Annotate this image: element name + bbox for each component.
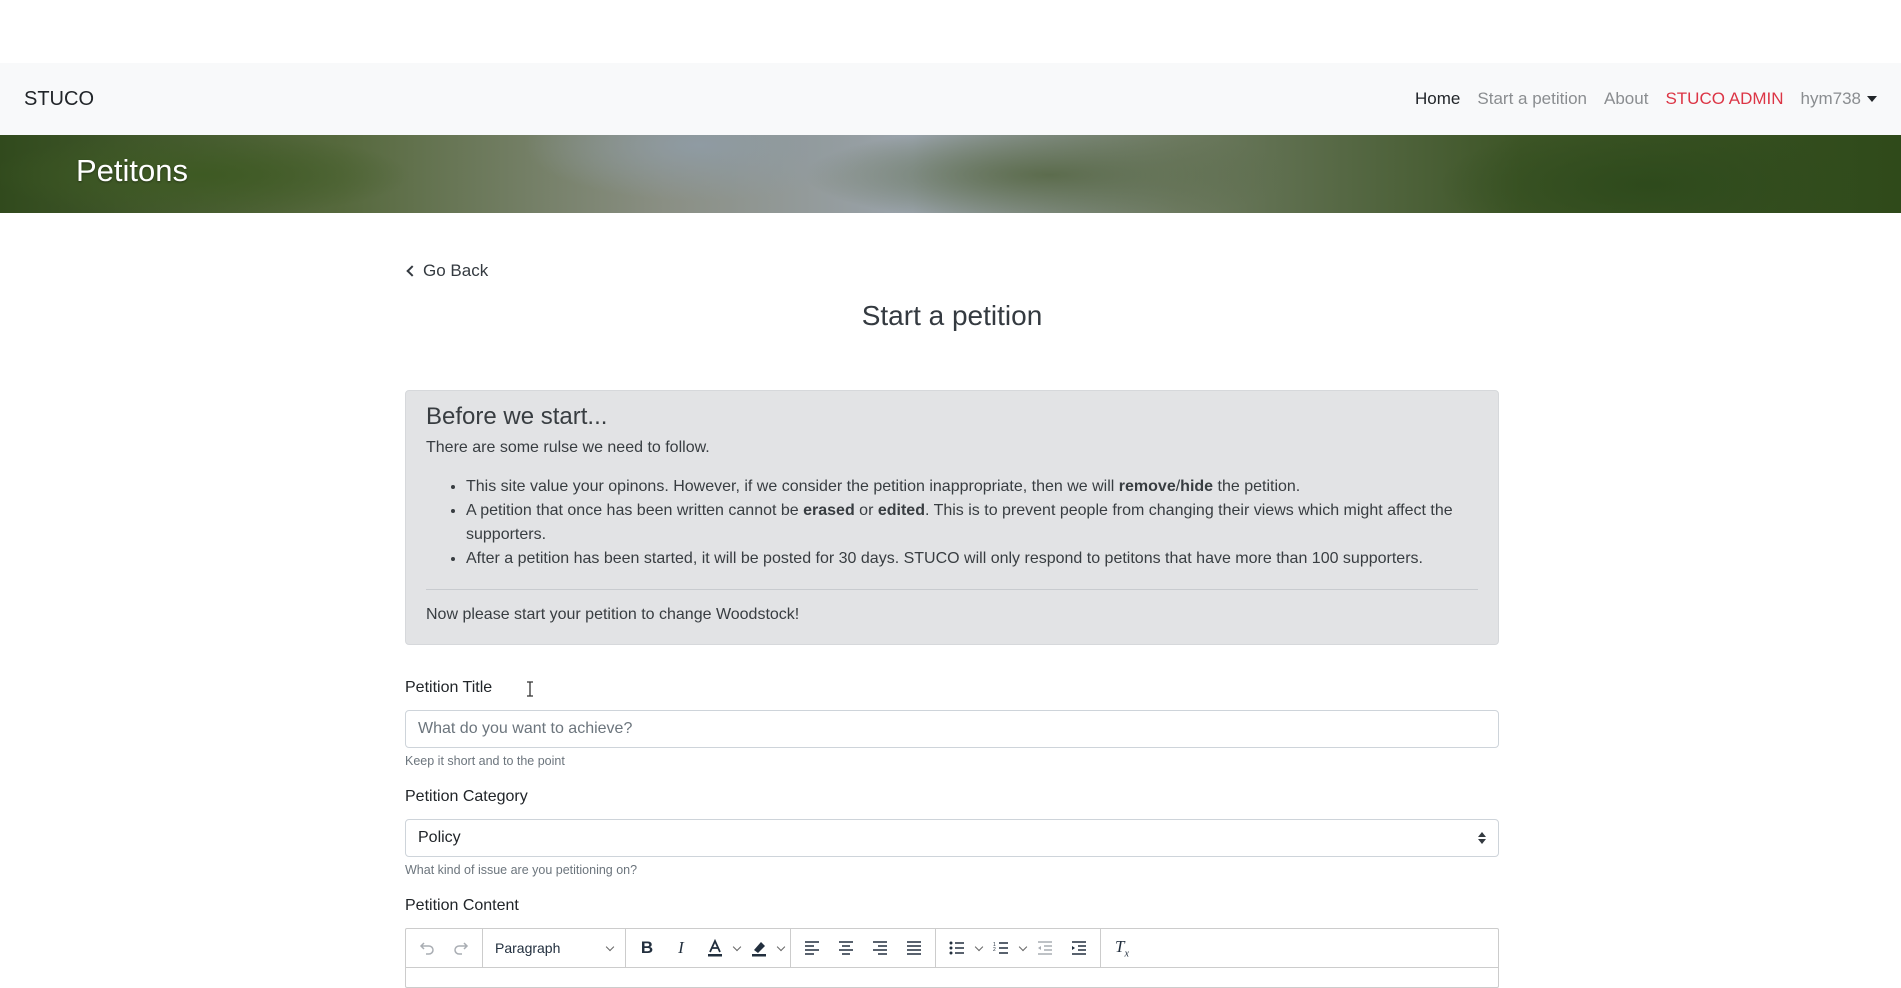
rule-text: or [854,502,878,519]
chevron-down-icon [605,942,615,951]
chevron-down-icon[interactable] [776,942,786,951]
title-help: Keep it short and to the point [405,754,565,768]
rule-emphasis: remove [1118,478,1176,495]
clear-group: Tx [1101,929,1143,967]
nav-links: Home Start a petition About STUCO ADMIN … [1415,89,1877,109]
align-group [791,929,936,967]
align-right-icon[interactable] [865,933,895,963]
text-color-icon[interactable] [700,933,730,963]
category-value: Policy [418,829,461,846]
rule-text: the petition. [1213,478,1301,495]
rule-item: After a petition has been started, it wi… [466,547,1478,571]
rule-emphasis: edited [877,502,925,519]
nav-about[interactable]: About [1604,89,1648,109]
notice-intro: There are some rulse we need to follow. [426,439,710,456]
highlight-icon[interactable] [744,933,774,963]
clear-format-icon[interactable]: Tx [1107,933,1137,963]
block-format-value: Paragraph [495,940,561,956]
title-input[interactable]: What do you want to achieve? [405,710,1499,748]
chevron-down-icon[interactable] [1018,942,1028,951]
justify-icon[interactable] [899,933,929,963]
hero-title: Petitons [76,153,189,188]
rules-list: This site value your opinons. However, i… [426,475,1478,571]
go-back-link[interactable]: Go Back [405,261,488,281]
rich-text-editor[interactable]: Paragraph B I 12 Tx [405,928,1499,988]
go-back-label: Go Back [423,261,489,280]
chevron-down-icon[interactable] [732,942,742,951]
undo-icon[interactable] [412,933,442,963]
category-help: What kind of issue are you petitioning o… [405,863,638,877]
rule-text: A petition that once has been written ca… [466,502,804,519]
category-select[interactable]: Policy [405,819,1499,857]
list-group: 12 [936,929,1101,967]
notice-divider [426,589,1478,590]
notice-cta: Now please start your petition to change… [426,606,800,623]
title-placeholder: What do you want to achieve? [418,720,633,737]
page-title: Start a petition [861,300,1043,331]
text-cursor-icon [527,681,533,697]
user-name: hym738 [1800,89,1861,108]
navbar: STUCO Home Start a petition About STUCO … [0,63,1901,135]
caret-down-icon [1867,96,1877,102]
nav-stuco-admin[interactable]: STUCO ADMIN [1665,89,1783,109]
bold-icon[interactable]: B [632,933,662,963]
italic-icon[interactable]: I [666,933,696,963]
rules-notice: Before we start... There are some rulse … [405,390,1499,645]
chevron-left-icon [406,265,418,277]
format-group: Paragraph [483,929,626,967]
rule-text: This site value your opinons. However, i… [466,478,1119,495]
outdent-icon[interactable] [1030,933,1060,963]
chevron-down-icon[interactable] [974,942,984,951]
bullet-list-icon[interactable] [942,933,972,963]
block-format-select[interactable]: Paragraph [489,933,619,963]
rule-item: A petition that once has been written ca… [466,499,1478,547]
editor-toolbar: Paragraph B I 12 Tx [406,929,1498,968]
category-label: Petition Category [405,788,528,805]
history-group [406,929,483,967]
content-label: Petition Content [405,897,519,914]
nav-start-petition[interactable]: Start a petition [1477,89,1587,109]
brand-logo[interactable]: STUCO [24,88,94,111]
align-left-icon[interactable] [797,933,827,963]
nav-home[interactable]: Home [1415,89,1460,109]
user-menu[interactable]: hym738 [1801,89,1877,109]
redo-icon[interactable] [446,933,476,963]
top-spacer [0,0,1901,63]
notice-heading: Before we start... [426,403,608,430]
rule-emphasis: hide [1180,478,1214,495]
rule-item: This site value your opinons. However, i… [466,475,1478,499]
title-label: Petition Title [405,679,493,696]
hero-banner: Petitons [0,135,1901,213]
select-arrows-icon [1478,832,1486,844]
indent-icon[interactable] [1064,933,1094,963]
align-center-icon[interactable] [831,933,861,963]
svg-text:2: 2 [993,947,996,953]
text-style-group: B I [626,929,791,967]
numbered-list-icon[interactable]: 12 [986,933,1016,963]
rule-emphasis: erased [803,502,855,519]
